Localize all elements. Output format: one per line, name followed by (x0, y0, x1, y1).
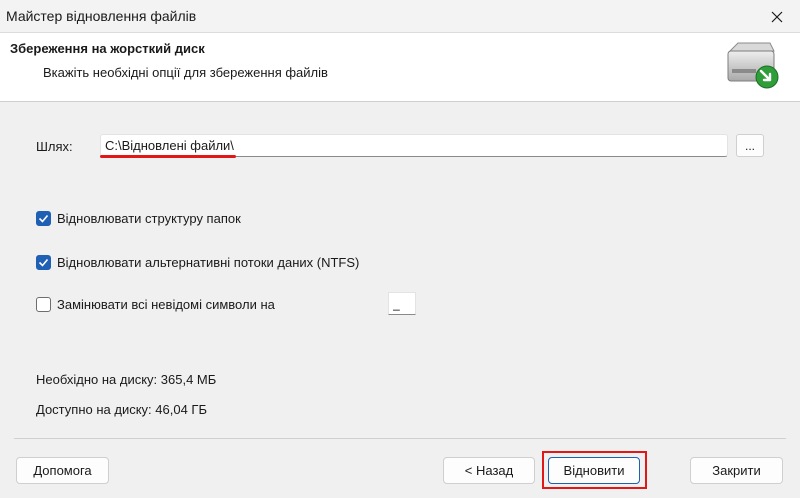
restore-streams-label: Відновлювати альтернативні потоки даних … (57, 254, 360, 270)
close-button[interactable]: Закрити (690, 457, 783, 484)
replace-unknown-option[interactable]: Замінювати всі невідомі символи на (36, 295, 275, 313)
replacement-char-input[interactable] (388, 292, 416, 315)
wizard-header: Збереження на жорсткий диск Вкажіть необ… (0, 33, 800, 102)
window-title: Майстер відновлення файлів (6, 8, 197, 24)
restore-structure-label: Відновлювати структуру папок (57, 210, 241, 226)
title-bar: Майстер відновлення файлів (0, 0, 800, 33)
replace-unknown-checkbox[interactable] (36, 296, 51, 312)
close-window-button[interactable] (754, 0, 800, 33)
back-button[interactable]: < Назад (443, 457, 535, 484)
required-space-text: Необхідно на диску: 365,4 МБ (36, 372, 217, 387)
restore-streams-checkbox[interactable] (36, 254, 51, 270)
recover-button[interactable]: Відновити (548, 457, 640, 484)
path-highlight-underline (100, 155, 236, 158)
browse-button[interactable]: ... (736, 134, 764, 157)
step-subtitle: Вкажіть необхідні опції для збереження ф… (43, 65, 328, 80)
restore-streams-option[interactable]: Відновлювати альтернативні потоки даних … (36, 253, 359, 271)
path-input[interactable] (100, 134, 728, 157)
replace-unknown-label: Замінювати всі невідомі символи на (57, 296, 275, 312)
checkmark-icon (38, 214, 49, 223)
close-icon (771, 11, 783, 22)
checkmark-icon (38, 258, 49, 267)
restore-structure-option[interactable]: Відновлювати структуру папок (36, 209, 241, 227)
hard-drive-save-icon (727, 42, 779, 89)
step-title: Збереження на жорсткий диск (10, 41, 205, 56)
help-button[interactable]: Допомога (16, 457, 109, 484)
restore-structure-checkbox[interactable] (36, 210, 51, 226)
footer-divider (14, 438, 786, 439)
available-space-text: Доступно на диску: 46,04 ГБ (36, 402, 207, 417)
wizard-body: Шлях: ... Відновлювати структуру папок В… (0, 103, 800, 498)
path-label: Шлях: (36, 139, 73, 154)
